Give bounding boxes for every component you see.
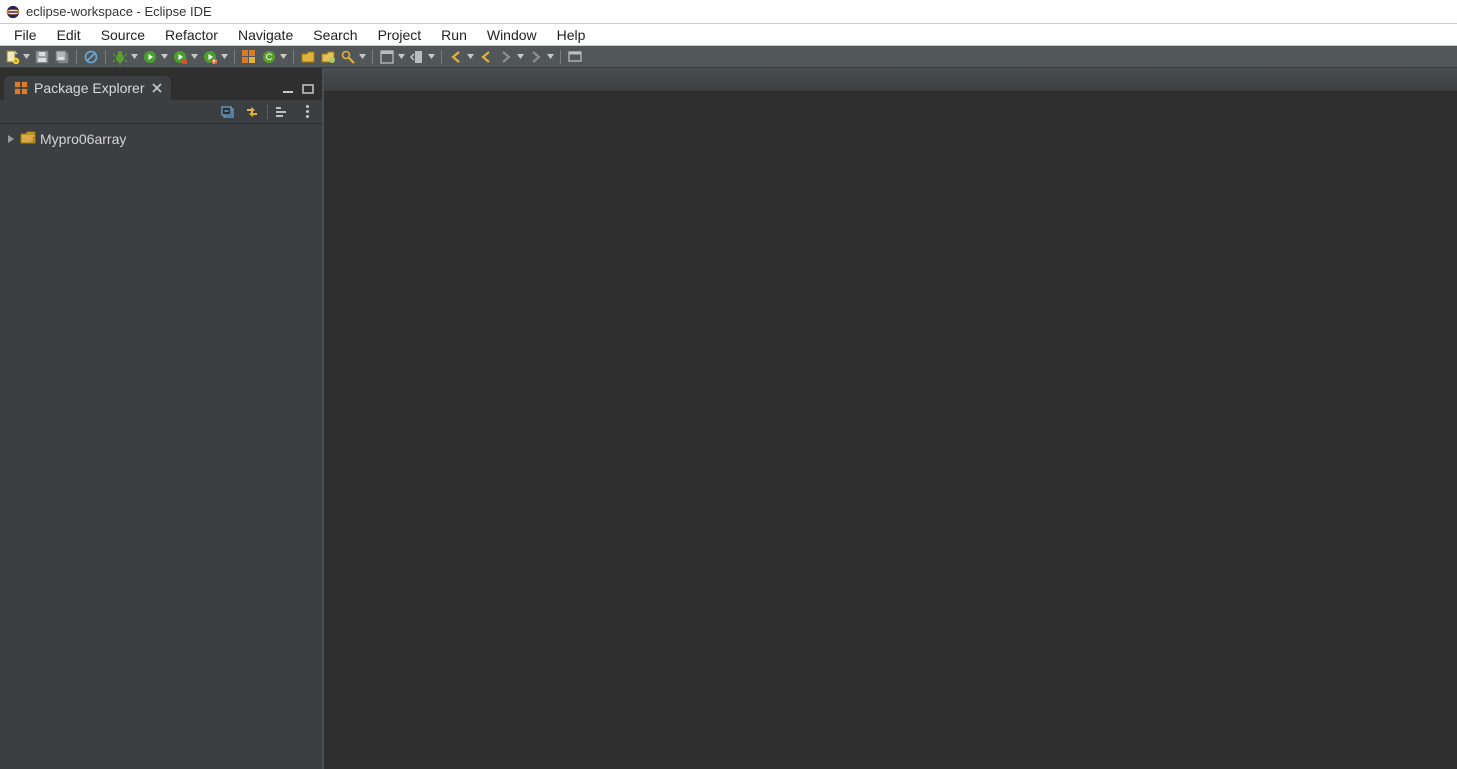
project-label: Mypro06array [40, 131, 126, 147]
eclipse-logo-icon [6, 5, 20, 19]
view-tab-controls [282, 84, 322, 100]
coverage-button[interactable] [171, 48, 189, 66]
external-tools-button[interactable] [201, 48, 219, 66]
editor-body [324, 92, 1457, 769]
toggle-editor-button-dropdown[interactable] [397, 48, 405, 66]
skip-breakpoints-button[interactable] [82, 48, 100, 66]
collapse-all-icon [220, 105, 236, 119]
debug-button[interactable] [111, 48, 129, 66]
link-with-editor-icon [244, 105, 260, 119]
dot-icon [306, 115, 309, 118]
menu-project[interactable]: Project [368, 25, 432, 45]
menubar: File Edit Source Refactor Navigate Searc… [0, 24, 1457, 46]
toolbar-separator [441, 50, 442, 64]
dot-icon [306, 105, 309, 108]
menu-help[interactable]: Help [547, 25, 596, 45]
new-class-button-dropdown[interactable] [279, 48, 287, 66]
toolbar-separator [293, 50, 294, 64]
view-toolbar [0, 100, 322, 124]
menu-search[interactable]: Search [303, 25, 367, 45]
new-button-dropdown[interactable] [22, 48, 30, 66]
pin-editor-button[interactable] [566, 48, 584, 66]
minimize-view-button[interactable] [282, 84, 294, 96]
maximize-icon [302, 84, 314, 94]
project-row[interactable]: J Mypro06array [0, 128, 322, 149]
run-button-dropdown[interactable] [160, 48, 168, 66]
focus-active-task-button[interactable] [274, 103, 292, 121]
close-icon [152, 83, 162, 93]
view-menu-button[interactable] [298, 103, 316, 121]
nav-back2-button[interactable] [477, 48, 495, 66]
open-type-button[interactable] [299, 48, 317, 66]
toolbar-separator [76, 50, 77, 64]
maximize-view-button[interactable] [302, 84, 314, 96]
menu-window[interactable]: Window [477, 25, 547, 45]
new-class-button[interactable]: C [260, 48, 278, 66]
nav-forward-button[interactable] [497, 48, 515, 66]
svg-text:J: J [31, 137, 35, 144]
view-toolbar-separator [267, 105, 268, 119]
editor-tabstrip[interactable] [324, 68, 1457, 92]
minimize-icon [282, 84, 294, 94]
link-with-editor-button[interactable] [243, 103, 261, 121]
search-button-dropdown[interactable] [358, 48, 366, 66]
workarea: Package Explorer [0, 68, 1457, 769]
expand-arrow-icon[interactable] [6, 134, 16, 144]
window-title: eclipse-workspace - Eclipse IDE [26, 4, 212, 19]
debug-button-dropdown[interactable] [130, 48, 138, 66]
view-title: Package Explorer [34, 80, 145, 96]
filter-icon [275, 105, 291, 119]
package-explorer-view: Package Explorer [0, 68, 324, 769]
goto-annotation-button-dropdown[interactable] [427, 48, 435, 66]
menu-refactor[interactable]: Refactor [155, 25, 228, 45]
new-button[interactable] [3, 48, 21, 66]
search-button[interactable] [339, 48, 357, 66]
close-view-button[interactable] [151, 82, 163, 94]
menu-navigate[interactable]: Navigate [228, 25, 303, 45]
nav-forward-button-dropdown[interactable] [516, 48, 524, 66]
toolbar-separator [372, 50, 373, 64]
dot-icon [306, 110, 309, 113]
window-titlebar: eclipse-workspace - Eclipse IDE [0, 0, 1457, 24]
editor-area [324, 68, 1457, 769]
run-button[interactable] [141, 48, 159, 66]
package-explorer-tab[interactable]: Package Explorer [4, 76, 171, 100]
view-tabbar: Package Explorer [0, 68, 322, 100]
menu-run[interactable]: Run [431, 25, 477, 45]
toolbar-separator [234, 50, 235, 64]
nav-back-button[interactable] [447, 48, 465, 66]
nav-back-button-dropdown[interactable] [466, 48, 474, 66]
package-explorer-icon [14, 81, 28, 95]
svg-text:C: C [266, 52, 273, 62]
menu-edit[interactable]: Edit [47, 25, 91, 45]
nav-forward2-button-dropdown[interactable] [546, 48, 554, 66]
collapse-all-button[interactable] [219, 103, 237, 121]
save-all-button[interactable] [53, 48, 71, 66]
save-button[interactable] [33, 48, 51, 66]
java-project-icon: J [20, 130, 36, 147]
project-tree[interactable]: J Mypro06array [0, 124, 322, 769]
toolbar-separator [105, 50, 106, 64]
nav-forward2-button[interactable] [527, 48, 545, 66]
goto-annotation-button[interactable] [408, 48, 426, 66]
external-tools-button-dropdown[interactable] [220, 48, 228, 66]
open-task-button[interactable] [319, 48, 337, 66]
toggle-editor-button[interactable] [378, 48, 396, 66]
toolbar-separator [560, 50, 561, 64]
new-package-button[interactable] [240, 48, 258, 66]
menu-file[interactable]: File [4, 25, 47, 45]
menu-source[interactable]: Source [91, 25, 155, 45]
coverage-button-dropdown[interactable] [190, 48, 198, 66]
main-toolbar: C [0, 46, 1457, 68]
